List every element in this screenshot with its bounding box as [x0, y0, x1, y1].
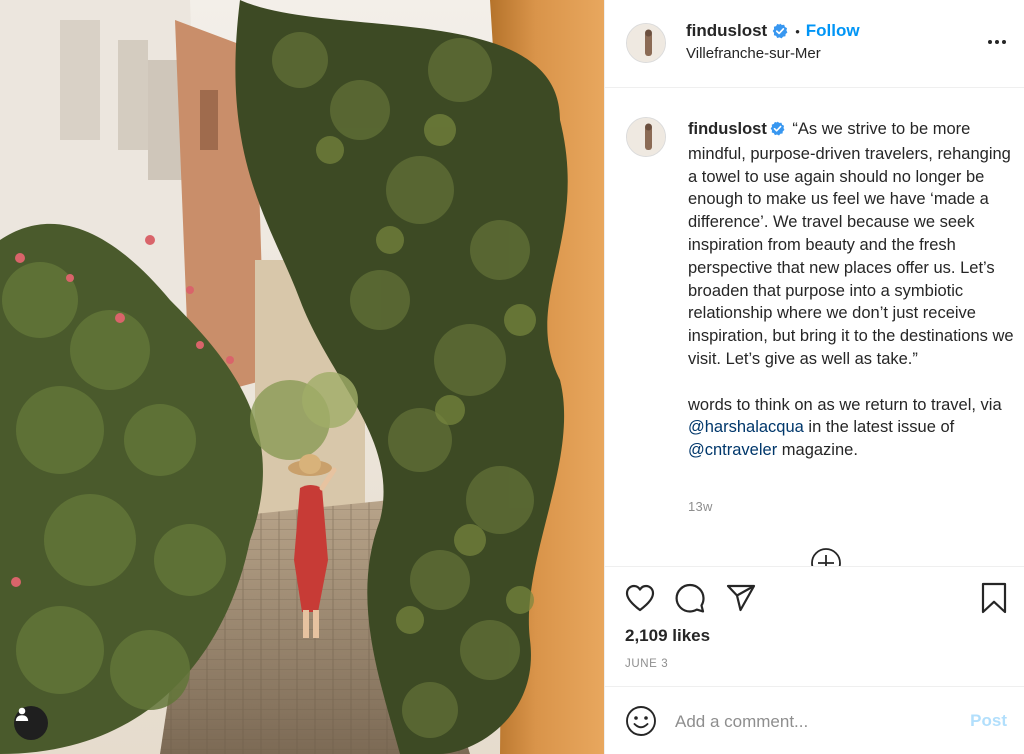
avatar-image: [627, 24, 665, 62]
verified-badge-icon: [772, 23, 788, 39]
smiley-icon: [626, 706, 656, 736]
post-actions: 2,109 likes JUNE 3: [605, 566, 1024, 685]
location-link[interactable]: Villefranche-sur-Mer: [686, 45, 860, 62]
post-photo[interactable]: [0, 0, 604, 754]
load-more-comments-button[interactable]: [810, 547, 842, 566]
plus-circle-icon: [811, 548, 841, 566]
tagged-users-button[interactable]: [14, 706, 48, 740]
share-button[interactable]: [724, 581, 758, 615]
caption-body: words to think on as we return to travel…: [688, 395, 1002, 414]
header-text: finduslost • Follow Villefranche-sur-Mer: [686, 20, 860, 62]
caption-body: in the latest issue of: [803, 418, 955, 437]
more-options-icon: [988, 40, 1006, 44]
photo-illustration: [0, 0, 604, 754]
verified-badge-icon: [770, 120, 785, 143]
comment-bubble-icon: [675, 583, 705, 613]
caption-body: magazine.: [777, 441, 858, 460]
caption-quote: “As we strive to be more mindful, purpos…: [688, 120, 1014, 368]
emoji-button[interactable]: [625, 705, 657, 737]
like-button[interactable]: [623, 581, 657, 615]
more-options-button[interactable]: [985, 30, 1009, 54]
caption-timestamp[interactable]: 13w: [688, 499, 713, 514]
bookmark-icon: [981, 582, 1007, 614]
follow-button[interactable]: Follow: [806, 21, 860, 41]
username-link[interactable]: finduslost: [686, 21, 767, 41]
avatar[interactable]: [626, 23, 666, 63]
mention-link[interactable]: @harshalacqua: [688, 418, 804, 436]
heart-icon: [625, 584, 655, 612]
caption-text: finduslost “As we strive to be more mind…: [688, 118, 1014, 462]
caption-area: finduslost “As we strive to be more mind…: [605, 89, 1024, 566]
post-side-panel: finduslost • Follow Villefranche-sur-Mer: [604, 0, 1024, 754]
paper-plane-icon: [726, 584, 756, 612]
separator-dot: •: [795, 23, 800, 39]
avatar[interactable]: [626, 117, 666, 157]
header-line: finduslost • Follow: [686, 20, 860, 42]
comment-bar: Post: [605, 686, 1024, 754]
user-tag-icon: [15, 707, 29, 721]
mention-link[interactable]: @cntraveler: [688, 441, 777, 459]
avatar-image: [627, 118, 665, 156]
likes-count[interactable]: 2,109 likes: [625, 626, 710, 646]
comment-button[interactable]: [673, 581, 707, 615]
post-header: finduslost • Follow Villefranche-sur-Mer: [605, 0, 1024, 88]
comment-input[interactable]: [675, 707, 945, 737]
save-button[interactable]: [977, 581, 1011, 615]
post-date[interactable]: JUNE 3: [625, 658, 668, 670]
post-comment-button[interactable]: Post: [970, 711, 1007, 731]
caption-username-link[interactable]: finduslost: [688, 120, 767, 138]
